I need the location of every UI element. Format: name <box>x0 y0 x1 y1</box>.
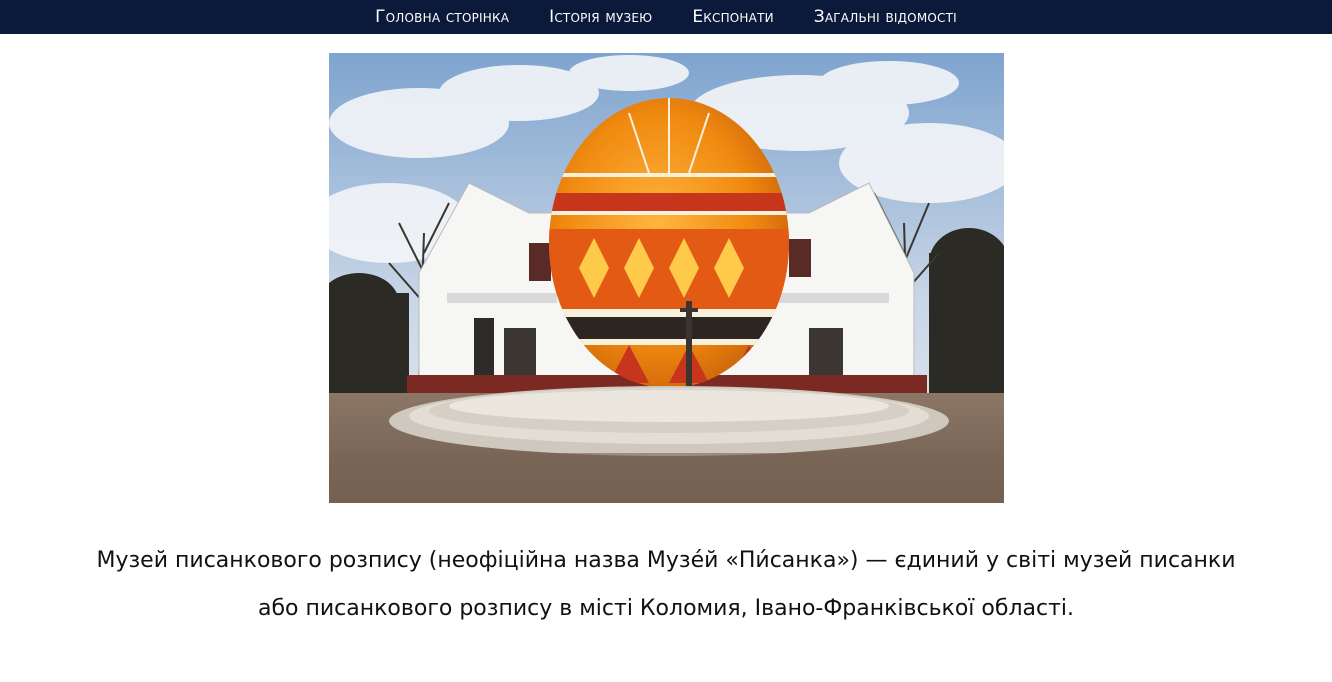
nav-link-museum-history[interactable]: Історія музею <box>529 0 672 34</box>
nav-link-general-info[interactable]: Загальні відомості <box>794 0 977 34</box>
nav-link-exhibits[interactable]: Експонати <box>672 0 793 34</box>
museum-photo <box>328 53 1004 503</box>
top-navigation: Головна сторінка Історія музею Експонати… <box>0 0 1332 34</box>
pysanka-museum-image <box>328 53 1004 503</box>
nav-link-home[interactable]: Головна сторінка <box>355 0 529 34</box>
museum-description: Музей писанкового розпису (неофіційна на… <box>96 548 1236 621</box>
